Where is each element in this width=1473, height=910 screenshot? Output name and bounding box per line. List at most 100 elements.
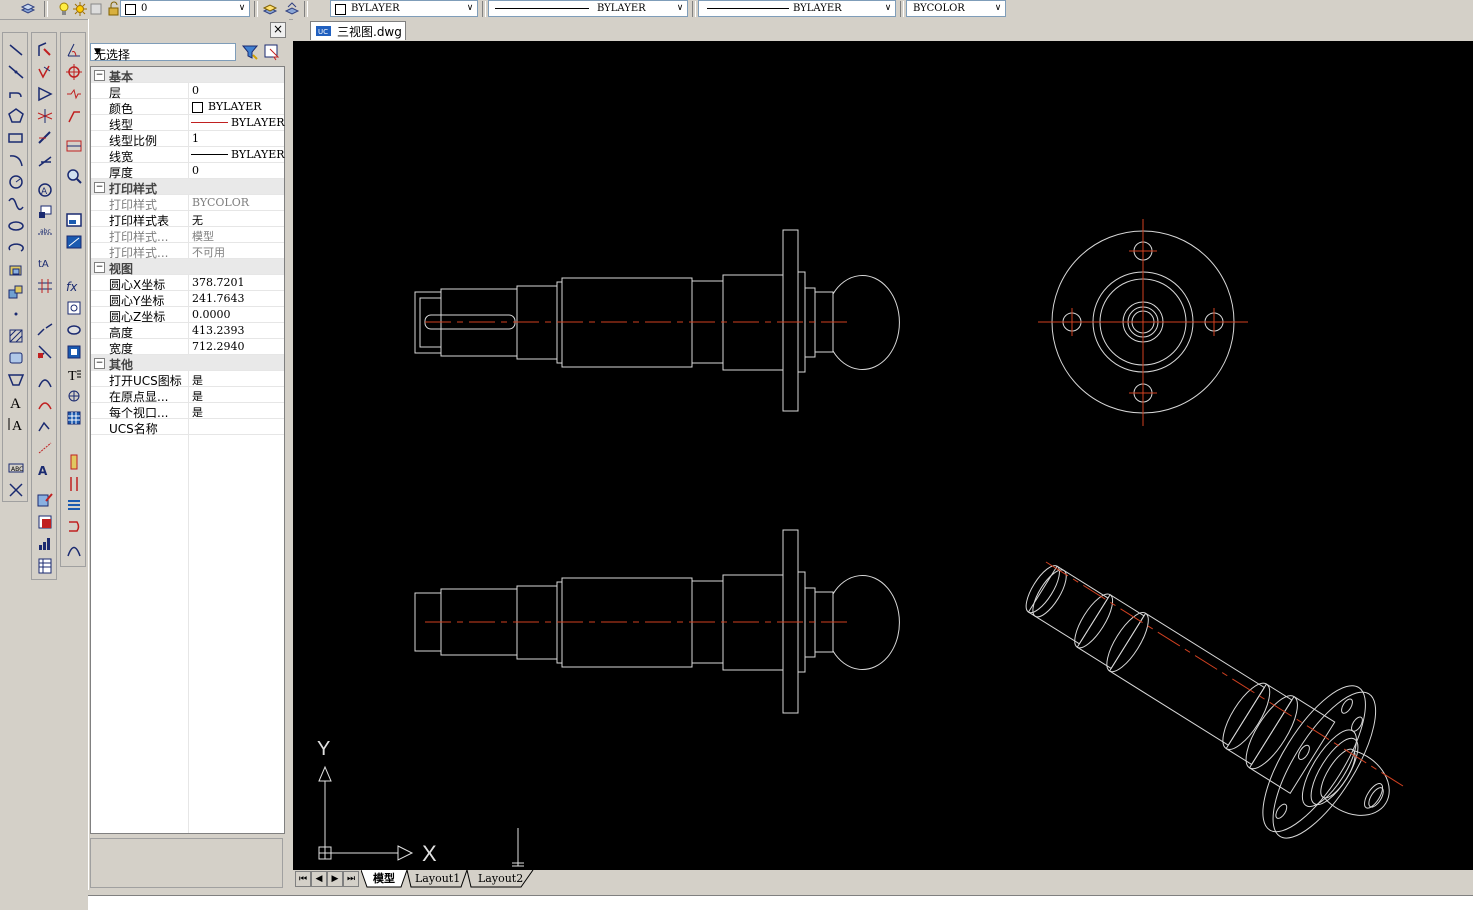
property-row[interactable]: 每个视口... 是	[91, 403, 284, 420]
property-row[interactable]: 颜色 BYLAYER	[91, 99, 284, 116]
leader-icon[interactable]	[65, 107, 83, 125]
text-icon[interactable]: A	[7, 393, 25, 412]
dim-angular-icon[interactable]	[65, 41, 83, 59]
erase-icon[interactable]	[36, 41, 54, 59]
design-center-icon[interactable]	[36, 513, 54, 531]
line-icon[interactable]	[7, 41, 25, 59]
category-basic[interactable]: − 基本	[91, 67, 284, 84]
close-icon[interactable]: ×	[270, 22, 286, 38]
extend-icon[interactable]	[36, 277, 54, 295]
layer-on-bulb-icon[interactable]	[56, 1, 72, 17]
property-row[interactable]: 高度 413.2393	[91, 323, 284, 340]
layer-viewport-freeze-icon[interactable]	[88, 1, 104, 17]
document-tab[interactable]: UC 三视图.dwg	[310, 21, 406, 40]
lineweight-combo[interactable]: BYLAYER ∨	[698, 0, 896, 17]
property-row[interactable]: 圆心Y坐标 241.7643	[91, 291, 284, 308]
property-row[interactable]: 线型 BYLAYER	[91, 115, 285, 132]
curve-icon[interactable]	[65, 541, 83, 559]
chamfer-icon[interactable]	[36, 343, 54, 361]
property-row[interactable]: 宽度 712.2940	[91, 339, 284, 356]
ellipse-icon[interactable]	[7, 217, 25, 235]
plotstyle-combo[interactable]: BYCOLOR ∨	[906, 0, 1006, 17]
fillet-icon[interactable]	[36, 373, 54, 391]
center-mark-icon[interactable]	[65, 63, 83, 81]
selection-dropdown[interactable]: 无选择 ▼	[90, 43, 236, 62]
region-icon[interactable]	[7, 349, 25, 367]
property-row[interactable]: 厚度 0	[91, 163, 284, 180]
copy-icon[interactable]	[36, 63, 54, 81]
quick-select-filter-icon[interactable]	[241, 43, 259, 61]
trim-icon[interactable]: tA	[36, 255, 54, 273]
spring-icon[interactable]	[65, 497, 83, 515]
category-misc[interactable]: − 其他	[91, 355, 284, 372]
field-fx-icon[interactable]: fx	[65, 277, 83, 295]
point-icon[interactable]	[7, 305, 25, 323]
move-icon[interactable]	[36, 151, 54, 169]
property-row[interactable]: 线型比例 1	[91, 131, 284, 148]
last-tab-icon[interactable]: ⏭	[343, 871, 359, 887]
polygon-icon[interactable]	[7, 107, 25, 125]
drawing-canvas[interactable]: Y X	[293, 41, 1473, 870]
category-plot-style[interactable]: − 打印样式	[91, 179, 284, 196]
collapse-icon[interactable]: −	[94, 70, 105, 81]
category-view[interactable]: − 视图	[91, 259, 284, 276]
cylinder-icon[interactable]	[65, 475, 83, 493]
dim-radius-icon[interactable]: A	[36, 461, 54, 479]
property-row[interactable]: 打印样式... 不可用	[91, 243, 284, 260]
layer-previous-icon[interactable]	[284, 1, 300, 17]
layer-manager-icon[interactable]	[20, 1, 36, 17]
bar-chart-icon[interactable]	[36, 535, 54, 553]
hatch-icon[interactable]	[7, 327, 25, 345]
viewport-icon[interactable]	[65, 211, 83, 229]
property-row[interactable]: UCS名称	[91, 419, 284, 436]
shaft-icon[interactable]	[65, 519, 83, 537]
collapse-icon[interactable]: −	[94, 182, 105, 193]
tab-layout1[interactable]: Layout1	[415, 870, 460, 887]
property-row[interactable]: 打印样式... 模型	[91, 227, 284, 244]
multiline-text-icon[interactable]: A	[7, 415, 25, 434]
text-style-icon[interactable]: T	[65, 365, 83, 384]
property-row[interactable]: 打开UCS图标是	[91, 371, 284, 388]
property-row[interactable]: 线宽 BYLAYER	[91, 147, 285, 164]
layer-thaw-sun-icon[interactable]	[72, 1, 88, 17]
rotate-icon[interactable]: A	[36, 181, 54, 199]
attribute-icon[interactable]: ABC	[7, 459, 25, 477]
dim-aligned-icon[interactable]	[36, 439, 54, 457]
property-row[interactable]: 在原点显... 是	[91, 387, 284, 404]
first-tab-icon[interactable]: ⏮	[295, 871, 311, 887]
insert-block-icon[interactable]	[7, 261, 25, 279]
prev-tab-icon[interactable]: ◀	[311, 871, 327, 887]
collapse-icon[interactable]: −	[94, 262, 105, 273]
property-row[interactable]: 圆心X坐标 378.7201	[91, 275, 284, 292]
construction-line-icon[interactable]	[7, 63, 25, 81]
property-row[interactable]: 圆心Z坐标 0.0000	[91, 307, 284, 324]
property-row[interactable]: 打印样式表无	[91, 211, 284, 228]
break-icon[interactable]	[36, 321, 54, 339]
explode-icon[interactable]	[36, 395, 54, 413]
circle-icon[interactable]	[7, 173, 25, 191]
linetype-combo[interactable]: BYLAYER ∨	[488, 0, 688, 17]
zoom-icon[interactable]	[65, 167, 83, 185]
make-block-icon[interactable]	[7, 283, 25, 301]
ole-object-icon[interactable]	[65, 299, 83, 317]
grid-table-icon[interactable]	[65, 409, 83, 427]
array-icon[interactable]	[36, 129, 54, 147]
snap-icon[interactable]	[65, 387, 83, 405]
arc-icon[interactable]	[7, 151, 25, 169]
table-icon[interactable]	[7, 371, 25, 389]
toggle-icon[interactable]	[65, 343, 83, 361]
properties-match-icon[interactable]	[36, 491, 54, 509]
color-combo[interactable]: BYLAYER ∨	[330, 0, 478, 17]
property-row[interactable]: 打印样式 BYCOLOR	[91, 195, 284, 212]
dim-jogged-icon[interactable]	[65, 85, 83, 103]
command-line[interactable]	[88, 895, 1473, 910]
tab-model[interactable]: 模型	[373, 870, 395, 887]
ellipse-arc-icon[interactable]	[7, 239, 25, 257]
image-icon[interactable]	[65, 233, 83, 251]
hyperlink-icon[interactable]	[65, 321, 83, 339]
polyline-icon[interactable]	[7, 85, 25, 103]
dim-linear-icon[interactable]	[36, 417, 54, 435]
select-objects-icon[interactable]	[263, 43, 281, 61]
property-row[interactable]: 层0	[91, 83, 284, 100]
offset-icon[interactable]	[36, 107, 54, 125]
